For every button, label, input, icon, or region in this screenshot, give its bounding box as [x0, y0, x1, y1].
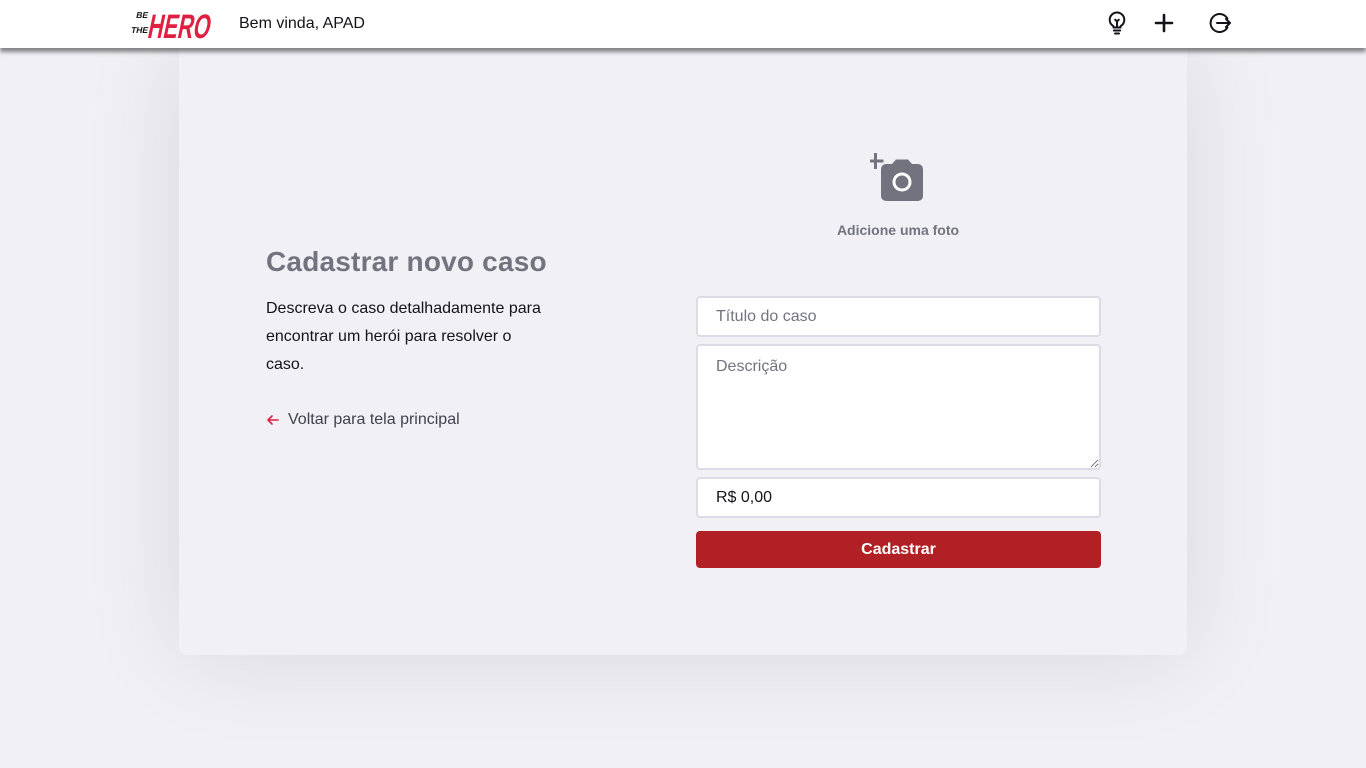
case-value-input[interactable] — [696, 477, 1101, 518]
submit-button[interactable]: Cadastrar — [696, 531, 1101, 568]
page-description: Descreva o caso detalhadamente para enco… — [266, 300, 541, 373]
logo-be-text: BE — [135, 10, 149, 20]
welcome-message: Bem vinda, APAD — [239, 15, 365, 32]
case-description-textarea[interactable] — [696, 344, 1101, 470]
logo-hero-text: HERO — [145, 8, 215, 43]
case-title-input[interactable] — [696, 296, 1101, 337]
back-link[interactable]: Voltar para tela principal — [266, 411, 460, 429]
add-photo-icon — [870, 153, 923, 201]
add-photo-button[interactable]: Adicione uma foto — [820, 152, 976, 252]
logout-icon[interactable] — [1206, 9, 1234, 37]
arrow-left-icon — [267, 415, 279, 425]
top-header: BE THE HERO Bem vinda, APAD — [0, 0, 1366, 48]
page-title: Cadastrar novo caso — [266, 246, 547, 277]
lightbulb-icon[interactable] — [1103, 9, 1131, 37]
back-link-label: Voltar para tela principal — [288, 411, 460, 428]
plus-icon[interactable] — [1150, 9, 1178, 37]
add-photo-label: Adicione uma foto — [836, 222, 960, 238]
be-the-hero-logo[interactable]: BE THE HERO — [130, 3, 218, 43]
intro-section: Cadastrar novo caso Descreva o caso deta… — [266, 245, 556, 428]
